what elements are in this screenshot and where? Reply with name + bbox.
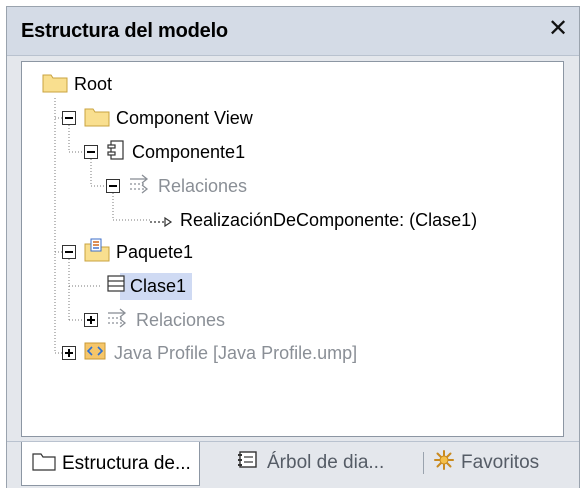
relations-icon: [128, 173, 152, 200]
tree-node-label: Relaciones: [136, 309, 226, 330]
collapse-toggle[interactable]: [62, 245, 76, 259]
tab-label: Estructura de...: [62, 452, 191, 474]
tree-node-java-profile[interactable]: Java Profile [Java Profile.ump]: [84, 338, 357, 368]
folder-icon: [42, 71, 68, 98]
tree-view[interactable]: Root Component View Componente1 Relacion…: [21, 61, 564, 437]
collapse-toggle[interactable]: [106, 179, 120, 193]
tree-node-label: RealizaciónDeComponente: (Clase1): [180, 209, 478, 230]
tree-node-label: Root: [74, 73, 113, 94]
tab-label: Árbol de dia...: [267, 452, 385, 473]
tree-node-paquete1[interactable]: Paquete1: [84, 237, 193, 267]
folder-icon: [84, 105, 110, 132]
collapse-toggle[interactable]: [84, 145, 98, 159]
tree-node-label: Componente1: [132, 141, 246, 162]
tab-label: Favoritos: [461, 452, 540, 473]
java-package-icon: [84, 238, 110, 267]
diagram-tree-icon: [237, 450, 261, 476]
tree-node-label: Component View: [116, 107, 253, 128]
expand-toggle[interactable]: [84, 313, 98, 327]
collapse-toggle[interactable]: [62, 111, 76, 125]
panel-title: Estructura del modelo: [21, 20, 228, 42]
panel-tab-bar: Estructura de... Árbol de dia... Favorit…: [7, 441, 579, 488]
tree-node-component-view[interactable]: Component View: [84, 103, 253, 133]
tree-node-relaciones[interactable]: Relaciones: [128, 171, 247, 201]
folder-outline-icon: [32, 451, 56, 477]
tree-node-label: Relaciones: [158, 175, 248, 196]
model-tree-panel: Estructura del modelo ✕ Root Component V…: [6, 6, 580, 488]
realization-arrow-icon: [150, 207, 174, 234]
tree-node-root[interactable]: Root: [42, 69, 112, 99]
panel-titlebar: Estructura del modelo ✕: [7, 7, 579, 56]
tab-arbol-diagramas[interactable]: Árbol de dia...: [233, 442, 384, 484]
tree-node-componente1[interactable]: Componente1: [106, 137, 245, 167]
tree-node-label: Clase1: [120, 272, 193, 300]
tree-node-label: Paquete1: [116, 241, 194, 262]
profile-icon: [84, 340, 108, 367]
tab-estructura[interactable]: Estructura de...: [21, 442, 200, 486]
tree-node-label: Java Profile [Java Profile.ump]: [114, 342, 358, 363]
class-icon: [106, 273, 128, 300]
tab-favoritos[interactable]: Favoritos: [433, 442, 539, 484]
component-icon: [106, 139, 126, 166]
tree-node-relaciones[interactable]: Relaciones: [106, 305, 225, 335]
tree-node-clase1[interactable]: Clase1: [102, 271, 193, 301]
expand-toggle[interactable]: [62, 346, 76, 360]
tree-node-realizacion[interactable]: RealizaciónDeComponente: (Clase1): [150, 205, 477, 235]
favorites-icon: [433, 449, 455, 477]
close-icon[interactable]: ✕: [545, 16, 571, 42]
relations-icon: [106, 307, 130, 334]
tab-separator: [423, 452, 424, 474]
